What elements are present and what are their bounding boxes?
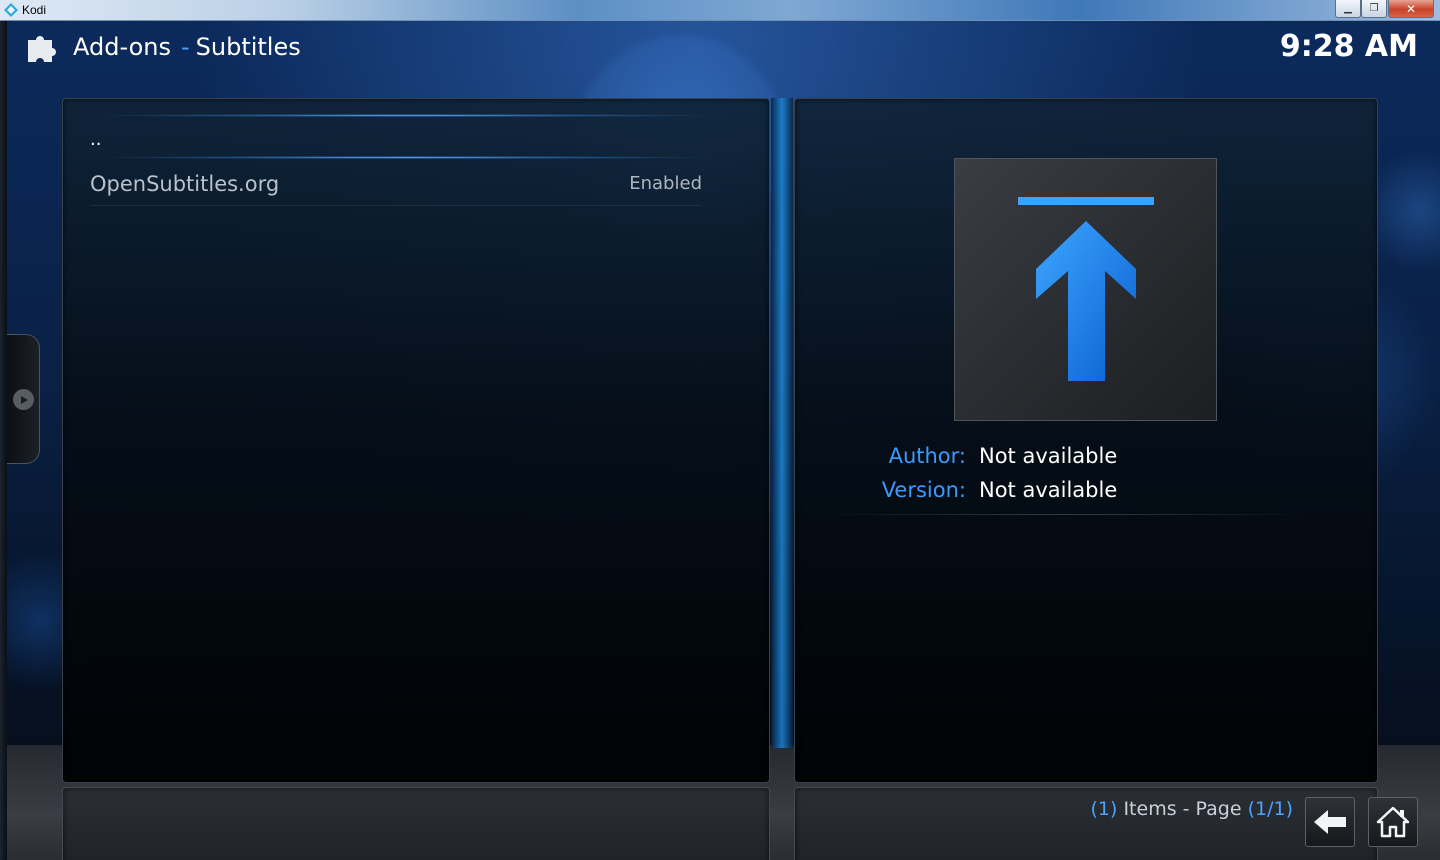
items-text: Items - Page <box>1117 798 1248 820</box>
home-icon <box>1376 806 1410 838</box>
items-open-paren: ( <box>1090 798 1098 820</box>
footer-left-panel <box>62 787 770 860</box>
focus-glow-bottom <box>90 156 722 159</box>
page-close-paren: ) <box>1285 798 1293 820</box>
minimize-icon: ▁ <box>1344 3 1352 14</box>
parent-folder-label: .. <box>90 129 102 150</box>
addon-status: Enabled <box>629 173 702 194</box>
left-edge <box>0 21 7 860</box>
list-item-parent-folder[interactable]: .. <box>90 114 722 159</box>
items-count: 1 <box>1097 798 1110 820</box>
version-value: Not available <box>979 478 1118 502</box>
side-menu-arrow <box>13 389 34 410</box>
focus-glow-top <box>90 114 722 117</box>
panel-divider-glow <box>771 98 793 748</box>
minimize-button[interactable]: ▁ <box>1335 0 1361 18</box>
back-arrow-icon <box>1314 810 1346 834</box>
addon-name: OpenSubtitles.org <box>90 172 280 196</box>
maximize-icon: ❐ <box>1369 3 1379 14</box>
arrow-up-icon <box>1018 197 1154 381</box>
kodi-logo-icon <box>4 3 18 17</box>
window-titlebar[interactable]: Kodi ▁ ❐ ✕ <box>0 0 1440 21</box>
author-label: Author: <box>888 444 966 468</box>
back-button[interactable] <box>1305 797 1355 847</box>
close-button[interactable]: ✕ <box>1388 0 1434 18</box>
home-button[interactable] <box>1368 797 1418 847</box>
version-row: Version: Not available <box>0 478 1440 506</box>
puzzle-piece-icon <box>28 36 56 62</box>
clock: 9:28 AM <box>1279 29 1418 64</box>
window-title: Kodi <box>22 3 47 17</box>
header-section: Add-ons <box>73 33 171 61</box>
page-value: 1/1 <box>1255 798 1286 820</box>
author-value: Not available <box>979 444 1118 468</box>
maximize-button[interactable]: ❐ <box>1361 0 1387 18</box>
page-open-paren: ( <box>1247 798 1255 820</box>
page-title: Add-ons - Subtitles <box>73 33 301 61</box>
header-subsection: Subtitles <box>195 33 301 61</box>
list-item[interactable]: OpenSubtitles.org Enabled <box>90 168 702 206</box>
version-label: Version: <box>881 478 966 502</box>
chevron-right-icon <box>20 395 28 404</box>
author-row: Author: Not available <box>0 444 1440 472</box>
header-separator: - <box>180 33 190 61</box>
page-info: (1) Items - Page (1/1) <box>1090 798 1293 820</box>
addon-thumbnail <box>954 158 1217 421</box>
close-icon: ✕ <box>1405 1 1417 16</box>
info-divider <box>820 514 1310 515</box>
